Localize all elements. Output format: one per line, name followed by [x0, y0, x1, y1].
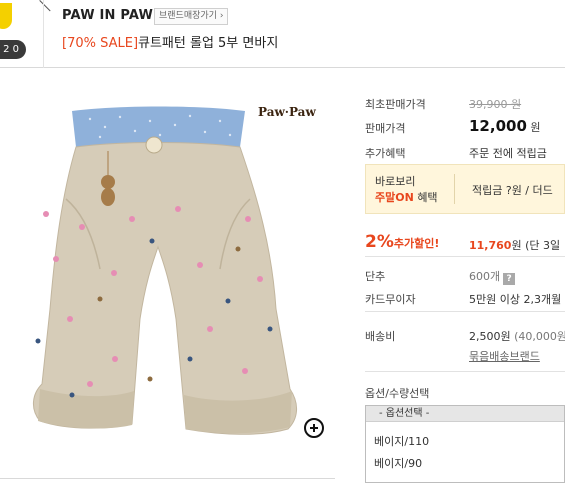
product-name: 큐트패턴 롤업 5부 면바지: [138, 36, 279, 51]
sale-tag: [70% SALE]: [62, 36, 139, 51]
extra-benefit-value: 주문 전에 적립금: [469, 147, 547, 160]
promo-reward: 적립금 ?원 / 더드: [472, 184, 553, 197]
product-title: [70% SALE]큐트패턴 롤업 5부 면바지: [62, 32, 278, 51]
product-header: 2 0 PAW IN PAW 브랜드매장가기 › [70% SALE]큐트패턴 …: [0, 0, 565, 68]
brand-logo: Paw·Paw: [258, 105, 316, 119]
shipping-label: 배송비: [365, 330, 396, 343]
shipping-note: (40,000원: [514, 330, 565, 343]
product-image[interactable]: Paw·Paw: [0, 69, 335, 483]
pants-illustration: [33, 106, 297, 435]
shipping-value: 2,500원 (40,000원: [469, 328, 565, 344]
discount-suffix: 원 (단 3일: [511, 239, 561, 252]
sale-price: 12,000 원: [469, 117, 541, 135]
shipping-fee: 2,500원: [469, 330, 511, 343]
cart-badge[interactable]: 2 0: [0, 3, 26, 59]
help-icon[interactable]: ?: [503, 273, 516, 285]
option-select-header[interactable]: - 옵션선택 -: [366, 406, 564, 422]
promo-highlight: 주말ON: [375, 191, 414, 204]
divider: [39, 0, 51, 12]
bundle-brand-link[interactable]: 묶음배송브랜드: [469, 348, 540, 364]
teddy-charm: [101, 175, 115, 189]
unit-value: 600개?: [469, 268, 516, 285]
extra-benefit-label: 추가혜택: [365, 147, 406, 160]
option-item[interactable]: 베이지/90: [374, 455, 422, 471]
badge-count: 2 0: [0, 40, 26, 59]
option-section-title: 옵션/수량선택: [365, 387, 430, 400]
sale-price-label: 판매가격: [365, 122, 406, 135]
divider: [365, 311, 565, 312]
brand-store-button[interactable]: 브랜드매장가기 ›: [154, 8, 229, 25]
option-item[interactable]: 베이지/110: [374, 433, 429, 449]
sale-price-value: 12,000: [469, 117, 527, 135]
unit-value-text: 600개: [469, 270, 501, 283]
divider: [0, 478, 335, 479]
unit-label: 단추: [365, 270, 386, 283]
divider: [365, 256, 565, 257]
divider: [43, 0, 44, 68]
brand-name[interactable]: PAW IN PAW: [62, 8, 153, 23]
divider: [454, 174, 455, 204]
discount-price-text: 11,760원 (단 3일: [469, 237, 560, 253]
lightbulb-icon: [0, 3, 12, 29]
promo-line2-rest: 혜택: [417, 191, 438, 204]
discount-percent: 2%: [365, 232, 394, 252]
card-label: 카드무이자: [365, 293, 416, 306]
pants-body: [33, 142, 297, 435]
sale-price-unit: 원: [530, 121, 541, 134]
promo-line2: 주말ON 혜택: [375, 189, 438, 205]
option-select-list[interactable]: - 옵션선택 - 베이지/110 베이지/90: [365, 405, 565, 483]
divider: [365, 371, 565, 372]
card-value: 5만원 이상 2,3개월: [469, 293, 562, 306]
discount-label: 추가할인!: [393, 237, 440, 250]
weekend-promo-box[interactable]: 바로보리 주말ON 혜택 적립금 ?원 / 더드: [365, 164, 565, 214]
button: [145, 136, 163, 154]
discount-price: 11,760: [469, 239, 512, 252]
original-price-label: 최초판매가격: [365, 98, 426, 111]
extra-discount-row: 2%추가할인! 11,760원 (단 3일: [365, 232, 565, 252]
original-price: 39,900 원: [469, 98, 522, 111]
zoom-plus-icon[interactable]: [304, 418, 324, 438]
promo-line1: 바로보리: [375, 175, 416, 188]
